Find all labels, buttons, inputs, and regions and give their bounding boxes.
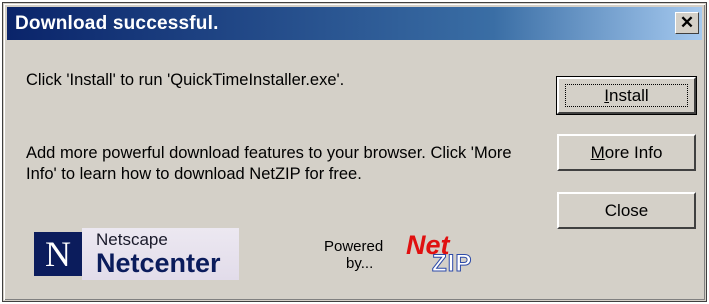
netscape-logo-line2: Netcenter	[96, 248, 221, 278]
title-bar[interactable]: Download successful. ✕	[7, 7, 702, 40]
more-info-button-label: More Info	[590, 143, 663, 162]
netscape-netcenter-logo: N Netscape Netcenter	[34, 228, 239, 280]
more-info-button[interactable]: More Info	[557, 134, 696, 171]
close-button-label: Close	[604, 201, 649, 220]
dialog-title: Download successful.	[15, 13, 219, 34]
download-dialog: Download successful. ✕ Click 'Install' t…	[3, 3, 706, 301]
install-button-label: Install	[604, 86, 649, 105]
netzip-message: Add more powerful download features to y…	[26, 144, 512, 183]
netzip-zip-text: ZIP	[431, 250, 473, 278]
powered-by-text: Powered by...	[324, 238, 383, 272]
close-icon: ✕	[679, 13, 695, 32]
netscape-n-icon: N	[34, 232, 82, 276]
install-message: Click 'Install' to run 'QuickTimeInstall…	[26, 71, 345, 89]
close-button[interactable]: Close	[557, 192, 696, 229]
install-button[interactable]: Install	[556, 76, 697, 115]
close-window-button[interactable]: ✕	[675, 12, 699, 34]
powered-text: Powered	[324, 238, 384, 255]
powered-by-netzip-logo: Powered by... Net ZIP	[324, 230, 494, 280]
by-text: by...	[346, 255, 374, 272]
netscape-logo-line1: Netscape	[96, 230, 168, 249]
